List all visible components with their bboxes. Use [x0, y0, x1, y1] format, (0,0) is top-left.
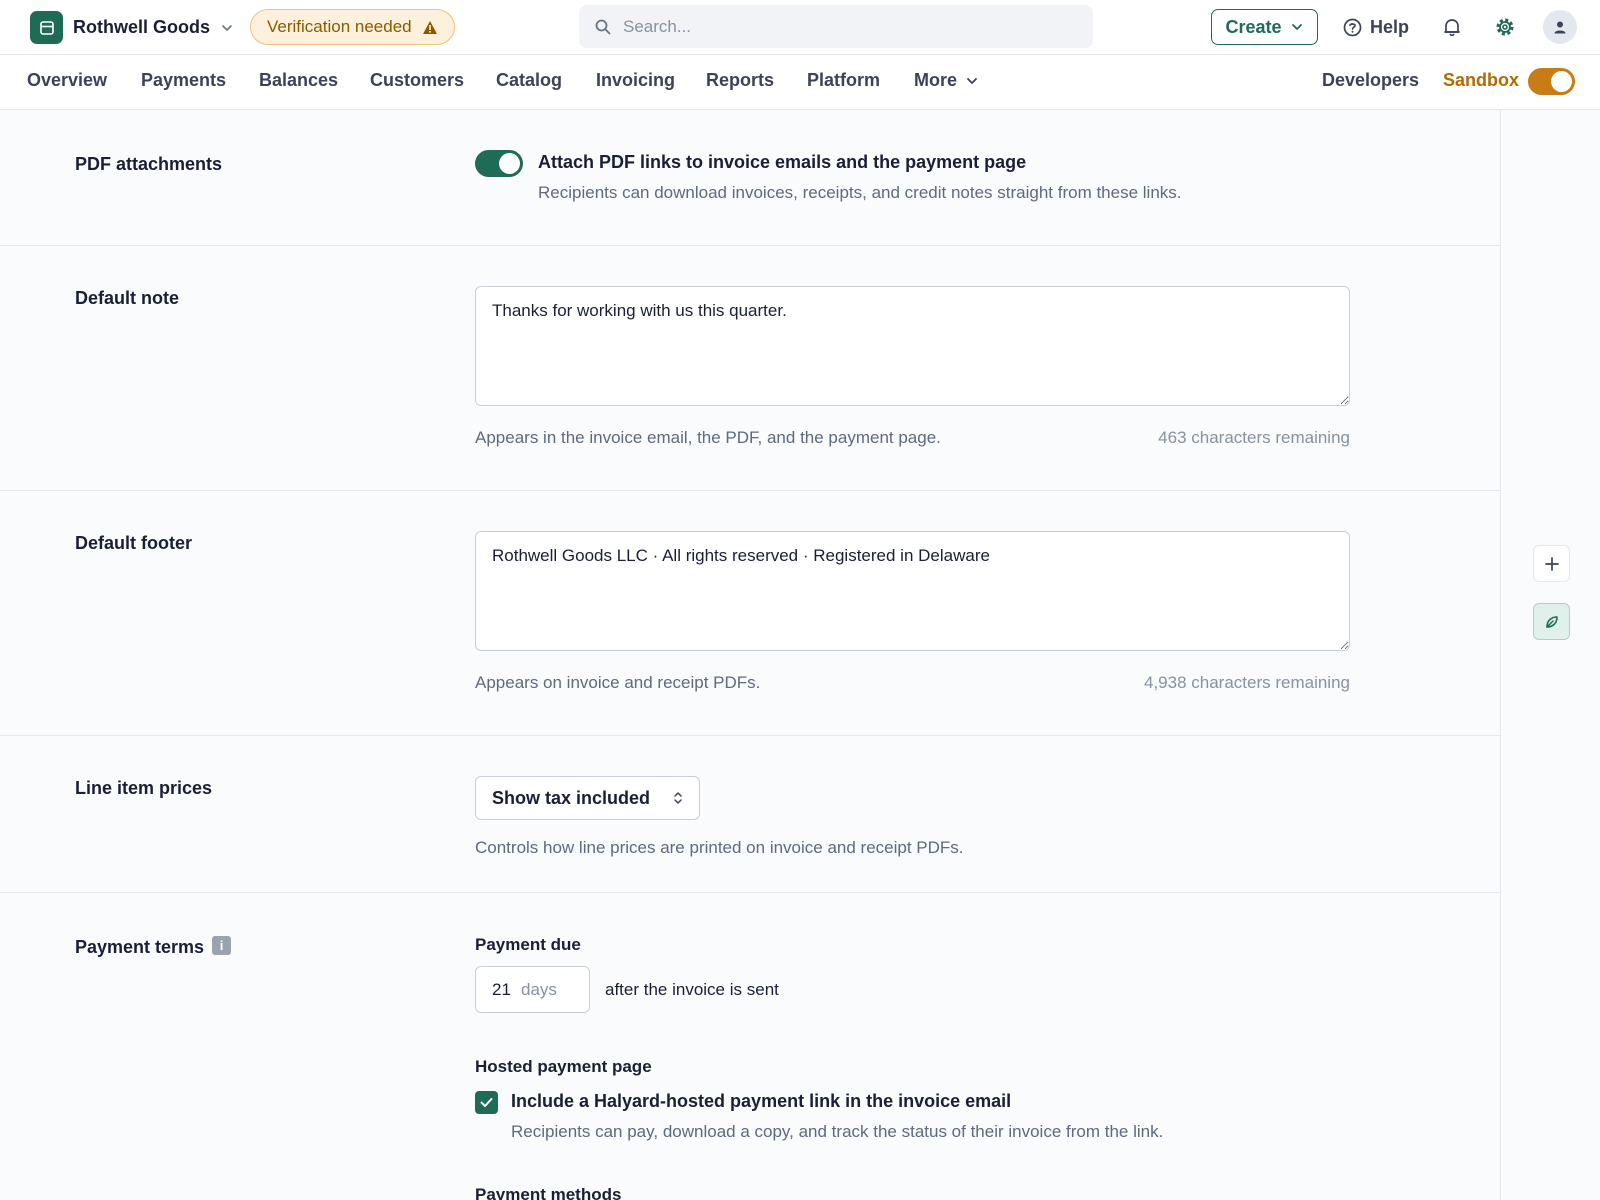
nav-payments[interactable]: Payments [141, 70, 226, 91]
nav-platform[interactable]: Platform [807, 70, 880, 91]
nav-overview[interactable]: Overview [27, 70, 107, 91]
plus-icon [1544, 556, 1559, 571]
avatar[interactable] [1543, 10, 1577, 44]
assistant-button[interactable] [1533, 603, 1570, 640]
toggle-knob [499, 153, 520, 174]
line-item-prices-help: Controls how line prices are printed on … [475, 838, 964, 857]
sandbox-label: Sandbox [1443, 70, 1520, 90]
nav-customers[interactable]: Customers [370, 70, 464, 91]
default-footer-section: Default footer Rothwell Goods LLC · All … [0, 491, 1500, 736]
default-footer-help: Appears on invoice and receipt PDFs. [475, 673, 761, 692]
payment-due-days-field[interactable]: days [475, 966, 590, 1013]
pdf-attachments-title: Attach PDF links to invoice emails and t… [538, 152, 1027, 172]
default-note-section: Default note Thanks for working with us … [0, 246, 1500, 491]
info-icon[interactable]: i [212, 936, 231, 955]
store-icon [30, 11, 63, 44]
default-note-help: Appears in the invoice email, the PDF, a… [475, 428, 941, 447]
nav-more[interactable]: More [914, 70, 979, 91]
up-down-chevron-icon [674, 792, 682, 804]
warning-icon [422, 20, 437, 34]
line-item-prices-section: Line item prices Show tax included Contr… [0, 736, 1500, 893]
sandbox-toggle[interactable] [1528, 68, 1575, 95]
default-footer-textarea[interactable]: Rothwell Goods LLC · All rights reserved… [475, 531, 1350, 651]
main-nav: Overview Payments Balances Customers Cat… [0, 55, 1600, 110]
payment-due-suffix: after the invoice is sent [605, 980, 779, 999]
check-icon [480, 1098, 493, 1107]
hosted-payment-link-checkbox[interactable] [475, 1091, 498, 1114]
user-icon [1554, 21, 1566, 34]
line-item-prices-select[interactable]: Show tax included [475, 776, 700, 820]
toggle-knob [1551, 71, 1572, 92]
verification-label: Verification needed [267, 17, 412, 36]
payment-terms-section: Payment terms i Payment due days after t… [0, 893, 1500, 1200]
default-note-char-count: 463 characters remaining [1158, 428, 1350, 447]
nav-catalog[interactable]: Catalog [496, 70, 562, 91]
help-label: Help [1370, 16, 1410, 37]
search-bar[interactable] [579, 5, 1093, 48]
gear-icon[interactable] [1493, 15, 1517, 39]
top-bar: Rothwell Goods Verification needed Creat… [0, 0, 1600, 55]
pdf-attachments-label: PDF attachments [75, 154, 223, 174]
chevron-down-icon [967, 77, 977, 84]
nav-developers[interactable]: Developers [1322, 70, 1419, 91]
leaf-icon [1545, 615, 1558, 628]
verification-needed-badge[interactable]: Verification needed [250, 9, 455, 45]
payment-terms-label: Payment terms [75, 937, 205, 957]
add-button[interactable] [1533, 545, 1570, 582]
pdf-attachments-description: Recipients can download invoices, receip… [538, 183, 1182, 202]
chevron-down-icon [222, 24, 232, 31]
payment-due-days-input[interactable] [476, 979, 521, 1000]
pdf-attachments-toggle[interactable] [475, 150, 523, 177]
days-unit: days [521, 979, 557, 999]
nav-reports[interactable]: Reports [706, 70, 774, 91]
search-icon [595, 19, 611, 34]
hosted-payment-link-title: Include a Halyard-hosted payment link in… [511, 1091, 1012, 1111]
help-button[interactable]: Help [1343, 13, 1409, 41]
account-name: Rothwell Goods [73, 17, 210, 37]
default-footer-label: Default footer [75, 533, 192, 553]
bell-icon[interactable] [1440, 15, 1464, 39]
nav-more-label: More [914, 70, 958, 90]
settings-panel: PDF attachments Attach PDF links to invo… [0, 110, 1501, 1200]
search-input[interactable] [623, 16, 1063, 37]
hosted-payment-link-description: Recipients can pay, download a copy, and… [511, 1122, 1164, 1141]
hosted-payment-page-heading: Hosted payment page [475, 1057, 652, 1076]
default-footer-char-count: 4,938 characters remaining [1143, 673, 1350, 692]
line-item-prices-value: Show tax included [492, 787, 651, 808]
help-circle-icon [1343, 18, 1362, 36]
account-switcher[interactable]: Rothwell Goods [30, 11, 234, 44]
default-note-label: Default note [75, 288, 180, 308]
default-note-textarea[interactable]: Thanks for working with us this quarter. [475, 286, 1350, 406]
nav-invoicing[interactable]: Invoicing [596, 70, 675, 91]
nav-balances[interactable]: Balances [259, 70, 338, 91]
info-glyph: i [219, 938, 224, 953]
payment-methods-heading: Payment methods [475, 1185, 622, 1200]
create-label: Create [1225, 16, 1282, 37]
line-item-prices-label: Line item prices [75, 778, 213, 798]
create-button[interactable]: Create [1211, 9, 1318, 45]
payment-due-heading: Payment due [475, 935, 581, 954]
pdf-attachments-section: PDF attachments Attach PDF links to invo… [0, 110, 1500, 246]
chevron-down-icon [1291, 24, 1302, 30]
